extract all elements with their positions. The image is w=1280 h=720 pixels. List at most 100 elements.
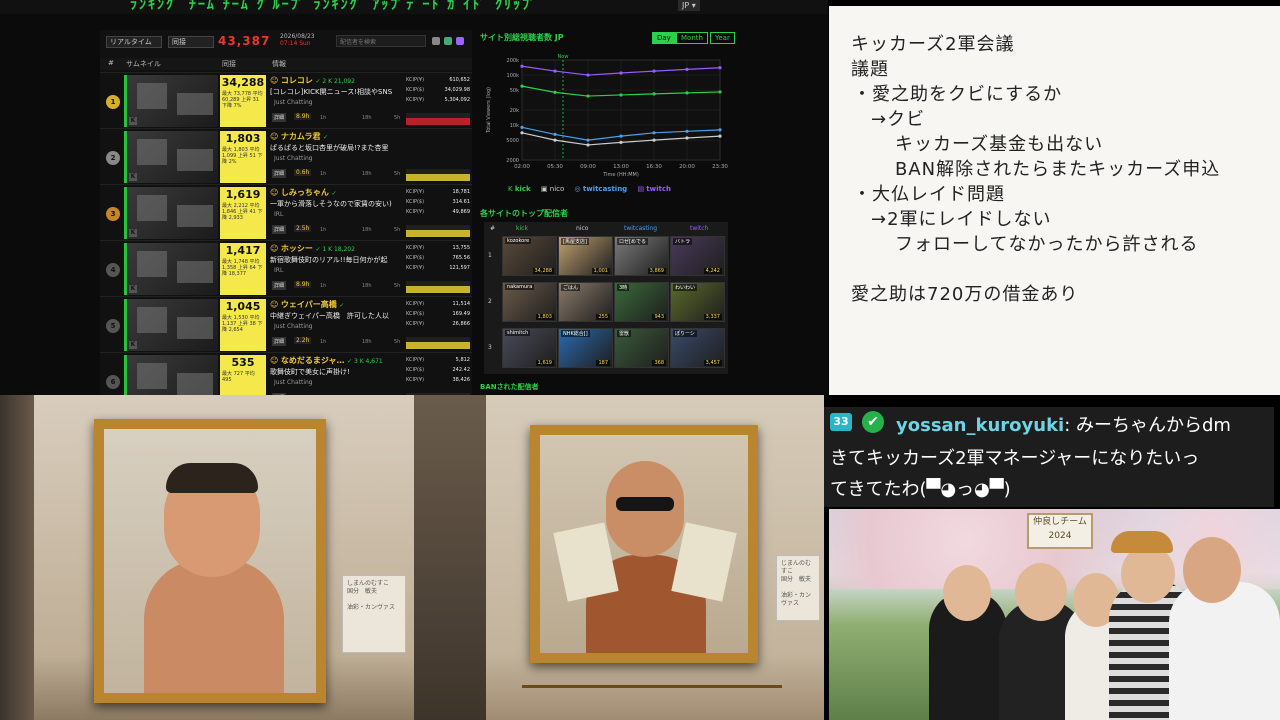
language-select[interactable]: JP ▾ [678, 0, 700, 11]
stream-title[interactable]: [コレコレ]KICK開ニュース!相談やSNS [270, 87, 406, 97]
stream-thumbnail[interactable]: K [124, 187, 218, 239]
kcip-value: 26,866 [452, 321, 471, 327]
ranking-row[interactable]: 1 K 34,288 最大 73,778 平均 60,289 上昇 31 下降 … [100, 72, 472, 128]
top-streamer-viewers: 187 [596, 360, 610, 366]
person-2-face [1015, 563, 1067, 621]
series-point-kick [718, 90, 722, 94]
ranking-row[interactable]: 6 K 535 最大 727 平均 495 ☺ なめだるまジャ… ✓ 3 K 4… [100, 352, 472, 395]
gallery-hallway [414, 395, 486, 720]
stream-title[interactable]: 歌舞伎町で美女に声掛け! [270, 367, 406, 377]
metric-select[interactable]: 同接 [168, 36, 214, 48]
stream-category: Just Chatting [274, 323, 313, 330]
top-streamer-card[interactable]: shimitch 1,619 [502, 328, 557, 368]
legend-twitch[interactable]: ▤ twitch [637, 185, 671, 193]
legend-twitcasting[interactable]: ◎ twitcasting [575, 185, 628, 193]
stream-title[interactable]: 中継ぎウェイパー高橋 許可した人以 [270, 311, 406, 321]
kcip-values: KCIP(¥) 5,812 KCIP($) 242.42 KCIP(¥) 38,426 [406, 355, 470, 385]
detail-button[interactable]: 詳細 [272, 225, 287, 234]
timeline-tick: 5h [394, 227, 401, 233]
viewer-count: 1,619 [225, 188, 261, 201]
ranking-row[interactable]: 5 K 1,045 最大 1,530 平均 1,137 上昇 38 下降 2,6… [100, 296, 472, 352]
detail-button[interactable]: 詳細 [272, 113, 287, 122]
current-time: 07:14 Sun [280, 40, 311, 47]
col-viewers[interactable]: 同接 [222, 59, 236, 69]
streamer-name-text: ウェイパー高橋 [280, 300, 337, 309]
series-point-twitch [520, 64, 524, 68]
twitch-filter-icon[interactable] [456, 37, 464, 45]
kcip-values: KCIP(¥) 18,781 KCIP($) 314.61 KCIP(¥) 49,86… [406, 187, 470, 217]
top-streamer-viewers: 3,337 [703, 314, 722, 320]
ranking-row[interactable]: 4 K 1,417 最大 1,748 平均 1,358 上昇 64 下降 18,… [100, 240, 472, 296]
portrait-painting-2 [530, 425, 758, 663]
legend-kick-label: kick [514, 185, 531, 193]
detail-button[interactable]: 詳細 [272, 281, 287, 290]
streamer-name-text: なめだるまジャ… [280, 356, 345, 365]
ranking-row[interactable]: 2 K 1,803 最大 1,803 平均 1,099 上昇 51 下降 2% … [100, 128, 472, 184]
chat-username[interactable]: yossan_kuroyuki [896, 415, 1064, 436]
streamer-name[interactable]: ☺ ウェイパー高橋 ✓ [270, 299, 344, 310]
stream-thumbnail[interactable]: K [124, 299, 218, 351]
top-streamer-card[interactable]: NHK総合[] 187 [558, 328, 613, 368]
streamer-search-input[interactable]: 配信者を検索 [336, 35, 426, 47]
top-streamer-card[interactable]: ごはん 255 [558, 282, 613, 322]
top-streamer-card[interactable]: 雷獣 368 [614, 328, 669, 368]
streamer-name[interactable]: ☺ しみっちゃん ✓ [270, 187, 336, 198]
stream-thumbnail[interactable]: K [124, 243, 218, 295]
kcip-value: 38,426 [452, 377, 471, 383]
current-date: 2026/08/23 [280, 33, 315, 40]
kcip-label: KCIP($) [406, 255, 425, 261]
settings-icon[interactable] [444, 37, 452, 45]
stream-title[interactable]: ぱるぱると坂口杏里が破局!?また杏里 [270, 143, 406, 153]
series-point-twitcasting [718, 128, 722, 132]
x-tick-label: 13:00 [613, 164, 629, 170]
timeline-tick: 1h [320, 339, 327, 345]
top-streamer-card[interactable]: わいわい 3,337 [670, 282, 725, 322]
chat-message-line: yossan_kuroyuki: みーちゃんからdm [896, 411, 1231, 437]
range-year-button[interactable]: Year [710, 32, 735, 44]
kcip-label: KCIP(¥) [406, 377, 425, 383]
series-point-nico [553, 138, 557, 142]
rank-badge: 6 [106, 375, 120, 389]
legend-nico[interactable]: ▣ nico [541, 185, 564, 193]
streamer-name[interactable]: ☺ ナカムラ君 ✓ [270, 131, 328, 142]
legend-kick[interactable]: K kick [508, 185, 531, 193]
top-streamer-card[interactable]: ぽりーシ 3,457 [670, 328, 725, 368]
top-streamer-card[interactable]: kozokore 34,288 [502, 236, 557, 276]
top-streamer-card[interactable]: 3時 943 [614, 282, 669, 322]
streamer-name[interactable]: ☺ なめだるまジャ… ✓ 3 K 4,671 [270, 355, 383, 366]
top-streamer-card[interactable]: バトラ 4,242 [670, 236, 725, 276]
detail-button[interactable]: 詳細 [272, 337, 287, 346]
series-point-twitch [586, 73, 590, 77]
meeting-agenda: キッカーズ2軍会議 議題 ・愛之助をクビにするか →クビ キッカーズ基金も出ない… [829, 6, 1280, 395]
streamer-name[interactable]: ☺ コレコレ ✓ 2 K 21,092 [270, 75, 355, 86]
stream-category: Just Chatting [274, 155, 313, 162]
ranking-row[interactable]: 3 K 1,619 最大 2,212 平均 1,846 上昇 41 下降 2,9… [100, 184, 472, 240]
stream-thumbnail[interactable]: K [124, 131, 218, 183]
top-streamer-card[interactable]: ロゼ[めでる 3,869 [614, 236, 669, 276]
stream-thumbnail[interactable]: K [124, 355, 218, 395]
stream-title[interactable]: 一軍から滑落しそうなので家賃の安い) [270, 199, 406, 209]
filter-icon[interactable] [432, 37, 440, 45]
top-streamer-viewers: 3,457 [703, 360, 722, 366]
streamer-badges: ✓ 3 K 4,671 [347, 358, 383, 365]
agenda-item: キッカーズ基金も出ない [895, 134, 1104, 155]
stream-title[interactable]: 新宿歌舞伎町のリアル!!毎日何かが起 [270, 255, 406, 265]
top-streamer-card[interactable]: [馬屋支店] 1,001 [558, 236, 613, 276]
stream-thumbnail[interactable]: K [124, 75, 218, 127]
y-axis-label: Total Viewers (log) [486, 87, 492, 134]
kcip-label: KCIP(¥) [406, 245, 425, 251]
streamer-badges: ✓ 2 K 21,092 [315, 78, 355, 85]
top-streamer-card[interactable]: nakamura 1,803 [502, 282, 557, 322]
range-day-button[interactable]: Day [652, 32, 676, 44]
kcip-label: KCIP($) [406, 311, 425, 317]
detail-button[interactable]: 詳細 [272, 169, 287, 178]
kcip-value: 49,869 [452, 209, 471, 215]
range-month-button[interactable]: Month [676, 32, 708, 44]
x-tick-label: 09:00 [580, 164, 596, 170]
top-nav-links[interactable]: ﾗﾝｷﾝｸﾞ ﾁｰﾑ ﾁｰﾑ ｸﾞﾙｰﾌﾟ ﾗﾝｷﾝｸﾞ ｱｯﾌﾟﾃﾞｰﾄ ｶﾞ… [130, 0, 538, 14]
stream-info: ☺ ナカムラ君 ✓ ぱるぱると坂口杏里が破局!?また杏里 Just Chatti… [270, 131, 406, 183]
kick-icon: K [129, 117, 137, 125]
series-point-nico [619, 140, 623, 144]
streamer-name[interactable]: ☺ ホッシー ✓ 1 K 18,202 [270, 243, 355, 254]
mode-select[interactable]: リアルタイム [106, 36, 162, 48]
